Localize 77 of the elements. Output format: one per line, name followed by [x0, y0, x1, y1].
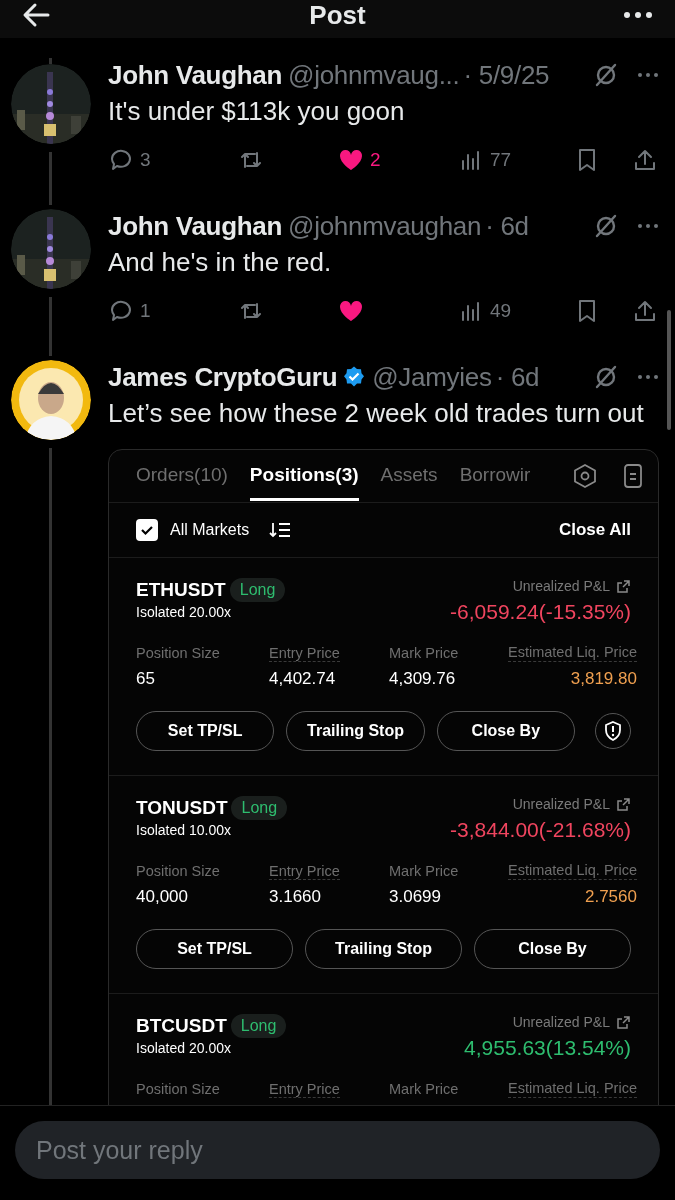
author-name[interactable]: James CryptoGuru — [108, 361, 338, 393]
slashed-circle-icon[interactable] — [593, 213, 619, 239]
external-link-icon[interactable] — [616, 578, 631, 594]
count: 2 — [370, 149, 381, 171]
reply-icon[interactable] — [108, 298, 134, 324]
shield-icon — [603, 721, 623, 741]
filter-label: All Markets — [170, 521, 250, 539]
post-text: And he's in the red. — [108, 246, 333, 279]
post-time: · 6d — [495, 361, 540, 393]
reply-field[interactable]: Post your reply — [15, 1121, 660, 1179]
checkbox[interactable] — [136, 519, 158, 541]
field-label: Entry Price — [269, 863, 340, 880]
sort-icon[interactable] — [269, 521, 292, 539]
count: 77 — [490, 149, 512, 171]
post-text: Let’s see how these 2 week old trades turn out — [108, 397, 645, 430]
margin-mode: Isolated 20.00x — [136, 604, 232, 620]
tab[interactable]: Positions(3) — [249, 451, 359, 501]
field-value: 65 — [136, 669, 156, 689]
field-value: 3.0699 — [389, 887, 442, 907]
margin-mode: Isolated 20.00x — [136, 1040, 232, 1056]
field-value: 40,000 — [136, 887, 189, 907]
field-label: Entry Price — [269, 1081, 340, 1098]
field-label: Position Size — [136, 1081, 220, 1098]
pnl-label: Unrealized P&L — [512, 578, 610, 594]
symbol: BTCUSDT — [136, 1015, 227, 1037]
field-label: Mark Price — [389, 645, 459, 662]
pnl-label: Unrealized P&L — [512, 796, 610, 812]
author-handle[interactable]: @johnmvaughan — [288, 210, 482, 242]
side-tag: Long — [229, 578, 286, 602]
slashed-circle-icon[interactable] — [593, 62, 619, 88]
page-title: Post — [309, 0, 366, 31]
author-name[interactable]: John Vaughan — [108, 59, 283, 91]
reply-icon[interactable] — [108, 147, 134, 173]
share-icon[interactable] — [632, 298, 658, 324]
field-label: Estimated Liq. Price — [508, 862, 637, 880]
field-label: Estimated Liq. Price — [508, 1080, 637, 1098]
author-name[interactable]: John Vaughan — [108, 210, 283, 242]
scrollbar[interactable] — [667, 310, 671, 430]
tab[interactable]: Assets — [380, 451, 438, 501]
share-icon[interactable] — [632, 147, 658, 173]
field-value: 3,819.80 — [570, 669, 637, 689]
heart-icon[interactable] — [338, 298, 364, 324]
tab[interactable]: Borrowir — [459, 451, 531, 501]
count: 3 — [140, 149, 151, 171]
side-tag: Long — [231, 796, 288, 820]
hexagon-icon[interactable] — [572, 463, 598, 489]
close-all-button[interactable]: Close All — [558, 520, 631, 540]
pnl-label: Unrealized P&L — [512, 1014, 610, 1030]
pnl-value: -3,844.00(-21.68%) — [450, 818, 631, 842]
field-label: Position Size — [136, 645, 220, 662]
field-value: 3.1660 — [269, 887, 322, 907]
tab[interactable]: Orders(10) — [136, 451, 228, 501]
field-label: Mark Price — [389, 863, 459, 880]
post-time: · 5/9/25 — [463, 59, 550, 91]
count: 1 — [140, 300, 151, 322]
field-label: Entry Price — [269, 645, 340, 662]
post-time: · 6d — [485, 210, 529, 242]
symbol: ETHUSDT — [136, 579, 226, 601]
margin-mode: Isolated 10.00x — [136, 822, 232, 838]
side-tag: Long — [230, 1014, 287, 1038]
field-value: 4,309.76 — [389, 669, 457, 689]
count: 49 — [490, 300, 512, 322]
pnl-value: 4,955.63(13.54%) — [464, 1036, 631, 1060]
symbol: TONUSDT — [136, 797, 228, 819]
author-handle[interactable]: @johnmvaug... — [288, 59, 460, 91]
field-label: Mark Price — [389, 1081, 459, 1098]
field-value: 4,402.74 — [269, 669, 337, 689]
field-label: Position Size — [136, 863, 220, 880]
external-link-icon[interactable] — [616, 1014, 631, 1030]
heart-icon[interactable] — [338, 147, 364, 173]
external-link-icon[interactable] — [616, 796, 631, 812]
field-value: 2.7560 — [584, 887, 637, 907]
slashed-circle-icon[interactable] — [593, 364, 619, 390]
post-text: It's under $113k you goon — [108, 95, 406, 128]
field-label: Estimated Liq. Price — [508, 644, 637, 662]
pnl-value: -6,059.24(-15.35%) — [450, 600, 631, 624]
author-handle[interactable]: @Jamyies — [372, 361, 492, 393]
